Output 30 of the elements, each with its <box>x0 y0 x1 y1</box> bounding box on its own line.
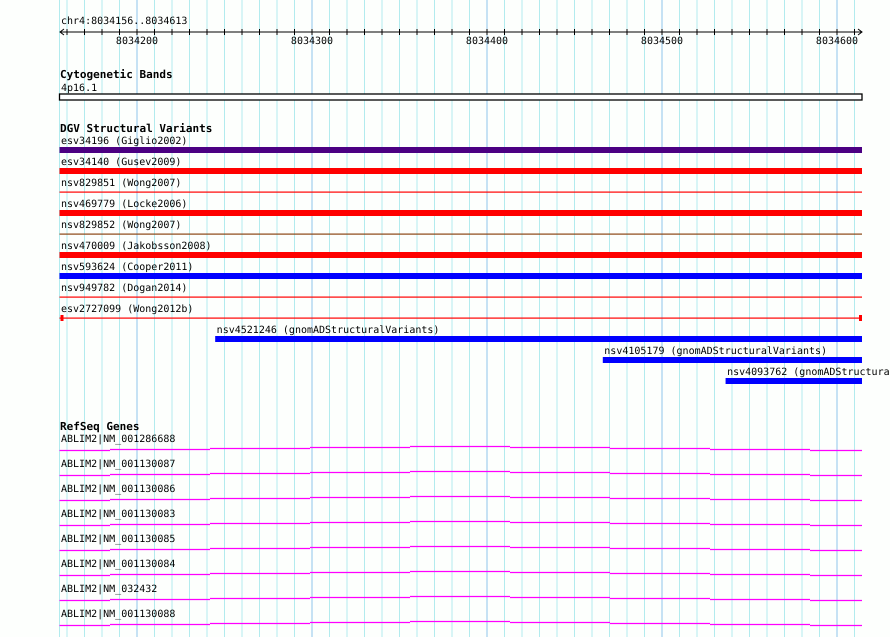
band-label: 4p16.1 <box>61 83 98 94</box>
feature-label: nsv469779 (Locke2006) <box>61 199 188 210</box>
tick-label: 8034300 <box>290 36 334 47</box>
feature-label: nsv4105179 (gnomADStructuralVariants) <box>604 346 828 357</box>
tick-label: 8034400 <box>466 36 508 47</box>
feature-label: nsv949782 (Dogan2014) <box>61 283 188 294</box>
feature-label: nsv4521246 (gnomADStructuralVariants) <box>216 325 440 336</box>
feature-label: ABLIM2|NM_032432 <box>61 584 158 595</box>
feature-label: nsv4093762 (gnomADStructura <box>727 367 890 378</box>
feature-label: nsv593624 (Cooper2011) <box>61 262 194 273</box>
track-title: RefSeq Genes <box>60 420 140 433</box>
track-title: DGV Structural Variants <box>60 122 212 135</box>
region-label: chr4:8034156..8034613 <box>61 16 188 27</box>
tick-label: 8034500 <box>640 36 684 47</box>
feature-label: nsv470009 (Jakobsson2008) <box>61 241 212 252</box>
feature-label: ABLIM2|NM_001130086 <box>61 484 176 495</box>
feature-label: nsv829851 (Wong2007) <box>61 178 182 189</box>
feature-label: esv34196 (Giglio2002) <box>61 136 188 147</box>
tick-label: 8034200 <box>116 36 158 47</box>
feature-label: ABLIM2|NM_001286688 <box>61 434 176 445</box>
track-title: Cytogenetic Bands <box>60 68 173 81</box>
feature-label: ABLIM2|NM_001130087 <box>61 459 176 470</box>
tick-label: 8034600 <box>816 36 858 47</box>
feature-label: esv34140 (Gusev2009) <box>61 157 182 168</box>
feature-label: nsv829852 (Wong2007) <box>61 220 182 231</box>
feature-label: ABLIM2|NM_001130083 <box>61 509 176 520</box>
feature-label: ABLIM2|NM_001130085 <box>61 534 176 545</box>
feature-label: ABLIM2|NM_001130088 <box>61 609 176 620</box>
feature-label: esv2727099 (Wong2012b) <box>61 304 194 315</box>
feature-label: ABLIM2|NM_001130084 <box>61 559 176 570</box>
